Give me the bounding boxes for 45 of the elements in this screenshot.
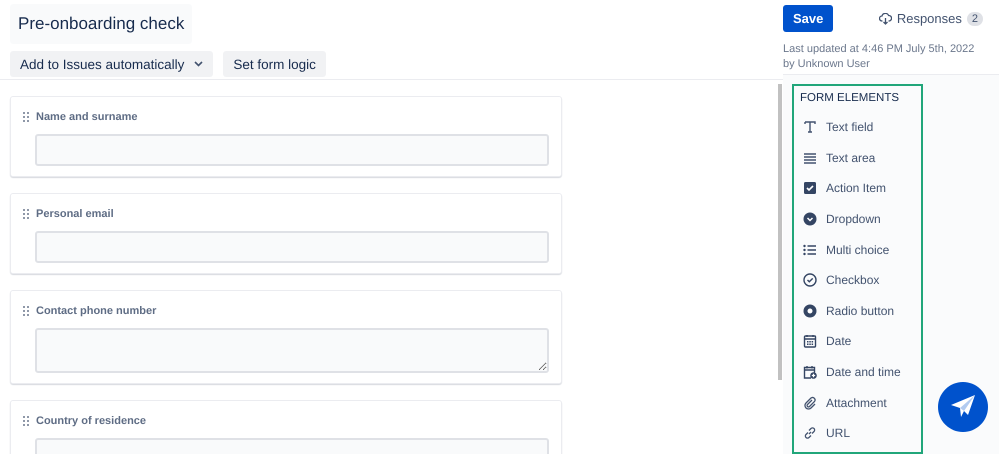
panel-heading: FORM ELEMENTS [800, 92, 900, 104]
link-icon [803, 426, 817, 440]
bullet-list-icon [803, 242, 817, 257]
form-element-item[interactable]: Date [800, 326, 921, 357]
radio-icon [803, 304, 817, 318]
answer-field[interactable] [35, 231, 549, 263]
form-element-item[interactable]: Dropdown [800, 204, 921, 234]
count-badge: 2 [966, 12, 983, 26]
form-element-item[interactable]: Text field [800, 112, 921, 143]
save-button[interactable]: Save [783, 5, 834, 32]
drag-handle-icon[interactable] [23, 209, 29, 219]
question-label: Name and surname [36, 111, 138, 123]
drag-handle-icon[interactable] [23, 416, 29, 426]
check-circle-icon [803, 273, 817, 288]
checked-checkbox-icon [803, 181, 817, 196]
answer-field[interactable] [35, 134, 549, 166]
scrollbar[interactable] [778, 84, 782, 380]
chevron-circle-icon [803, 212, 817, 226]
question-label: Contact phone number [36, 305, 156, 317]
form-element-item[interactable]: URL [800, 418, 921, 449]
form-element-item[interactable]: Checkbox [800, 264, 921, 296]
responses-button[interactable]: Responses 2 [878, 11, 983, 26]
letter-t-icon [803, 120, 817, 134]
chevron-down-icon [194, 61, 204, 67]
form-title[interactable]: Pre-onboarding check [10, 4, 192, 44]
form-element-item[interactable]: Date and time [800, 356, 921, 388]
last-updated-text: Last updated at 4:46 PM July 5th, 2022 [783, 42, 976, 57]
lines-icon [803, 150, 817, 165]
cloud-download-icon [878, 12, 892, 24]
paper-plane-button[interactable] [938, 382, 988, 432]
form-element-item[interactable]: Radio button [800, 296, 921, 326]
form-element-item[interactable]: Text area [800, 142, 921, 174]
updated-by-text: by Unknown User [783, 57, 871, 72]
question-label: Personal email [36, 208, 114, 220]
question-label: Country of residence [36, 415, 146, 427]
add-to-issues-dropdown[interactable]: Add to Issues automatically [10, 51, 214, 77]
form-element-item[interactable]: Attachment [800, 387, 921, 418]
form-logic-button[interactable]: Set form logic [223, 51, 326, 77]
drag-handle-icon[interactable] [23, 306, 29, 316]
drag-handle-icon[interactable] [23, 112, 29, 122]
calendar-icon [803, 334, 817, 348]
calendar-clock-icon [803, 365, 817, 380]
paperclip-icon [803, 396, 817, 410]
form-element-item[interactable]: Multi choice [800, 234, 921, 265]
form-element-item[interactable]: Action Item [800, 173, 921, 204]
